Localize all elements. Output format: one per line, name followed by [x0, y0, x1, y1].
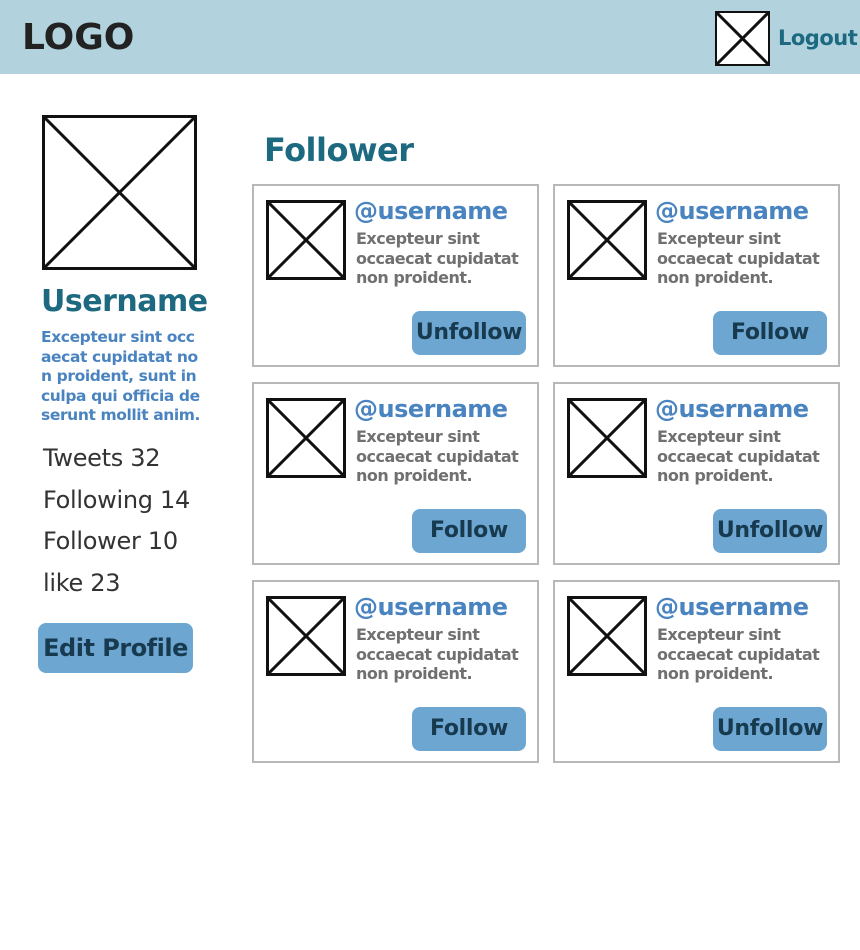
follower-description: Excepteur sint occaecat cupidatat non pr…: [356, 427, 519, 485]
top-header: LOGO Logout: [0, 0, 860, 74]
follower-description: Excepteur sint occaecat cupidatat non pr…: [657, 625, 820, 683]
stat-like[interactable]: like 23: [43, 568, 121, 598]
follower-avatar-placeholder-icon[interactable]: [567, 398, 647, 478]
unfollow-button[interactable]: Unfollow: [713, 707, 827, 751]
follower-card: @username Excepteur sint occaecat cupida…: [252, 382, 539, 565]
follower-card: @username Excepteur sint occaecat cupida…: [252, 580, 539, 763]
unfollow-button[interactable]: Unfollow: [713, 509, 827, 553]
follower-avatar-placeholder-icon[interactable]: [567, 200, 647, 280]
follower-card: @username Excepteur sint occaecat cupida…: [252, 184, 539, 367]
profile-photo-placeholder-icon: [42, 115, 197, 270]
follow-button[interactable]: Follow: [412, 707, 526, 751]
page-title: Follower: [264, 131, 414, 169]
follower-description: Excepteur sint occaecat cupidatat non pr…: [657, 229, 820, 287]
follower-card: @username Excepteur sint occaecat cupida…: [553, 580, 840, 763]
follow-button[interactable]: Follow: [713, 311, 827, 355]
unfollow-button[interactable]: Unfollow: [412, 311, 526, 355]
follow-button[interactable]: Follow: [412, 509, 526, 553]
stat-tweets[interactable]: Tweets 32: [43, 443, 161, 473]
follower-avatar-placeholder-icon[interactable]: [266, 596, 346, 676]
logout-link[interactable]: Logout: [778, 24, 858, 52]
follower-handle[interactable]: @username: [354, 395, 508, 423]
follower-handle[interactable]: @username: [655, 395, 809, 423]
follower-card: @username Excepteur sint occaecat cupida…: [553, 382, 840, 565]
follower-handle[interactable]: @username: [354, 197, 508, 225]
follower-description: Excepteur sint occaecat cupidatat non pr…: [356, 229, 519, 287]
follower-card: @username Excepteur sint occaecat cupida…: [553, 184, 840, 367]
follower-avatar-placeholder-icon[interactable]: [266, 398, 346, 478]
follower-avatar-placeholder-icon[interactable]: [567, 596, 647, 676]
stat-following[interactable]: Following 14: [43, 485, 190, 515]
follower-description: Excepteur sint occaecat cupidatat non pr…: [657, 427, 820, 485]
profile-bio: Excepteur sint occaecat cupidatat non pr…: [41, 328, 201, 425]
follower-handle[interactable]: @username: [655, 593, 809, 621]
follower-description: Excepteur sint occaecat cupidatat non pr…: [356, 625, 519, 683]
logo[interactable]: LOGO: [22, 16, 134, 60]
follower-handle[interactable]: @username: [655, 197, 809, 225]
profile-username: Username: [41, 284, 208, 319]
follower-avatar-placeholder-icon[interactable]: [266, 200, 346, 280]
header-avatar-placeholder-icon[interactable]: [715, 11, 770, 66]
edit-profile-button[interactable]: Edit Profile: [38, 623, 193, 673]
stat-follower[interactable]: Follower 10: [43, 526, 178, 556]
follower-handle[interactable]: @username: [354, 593, 508, 621]
